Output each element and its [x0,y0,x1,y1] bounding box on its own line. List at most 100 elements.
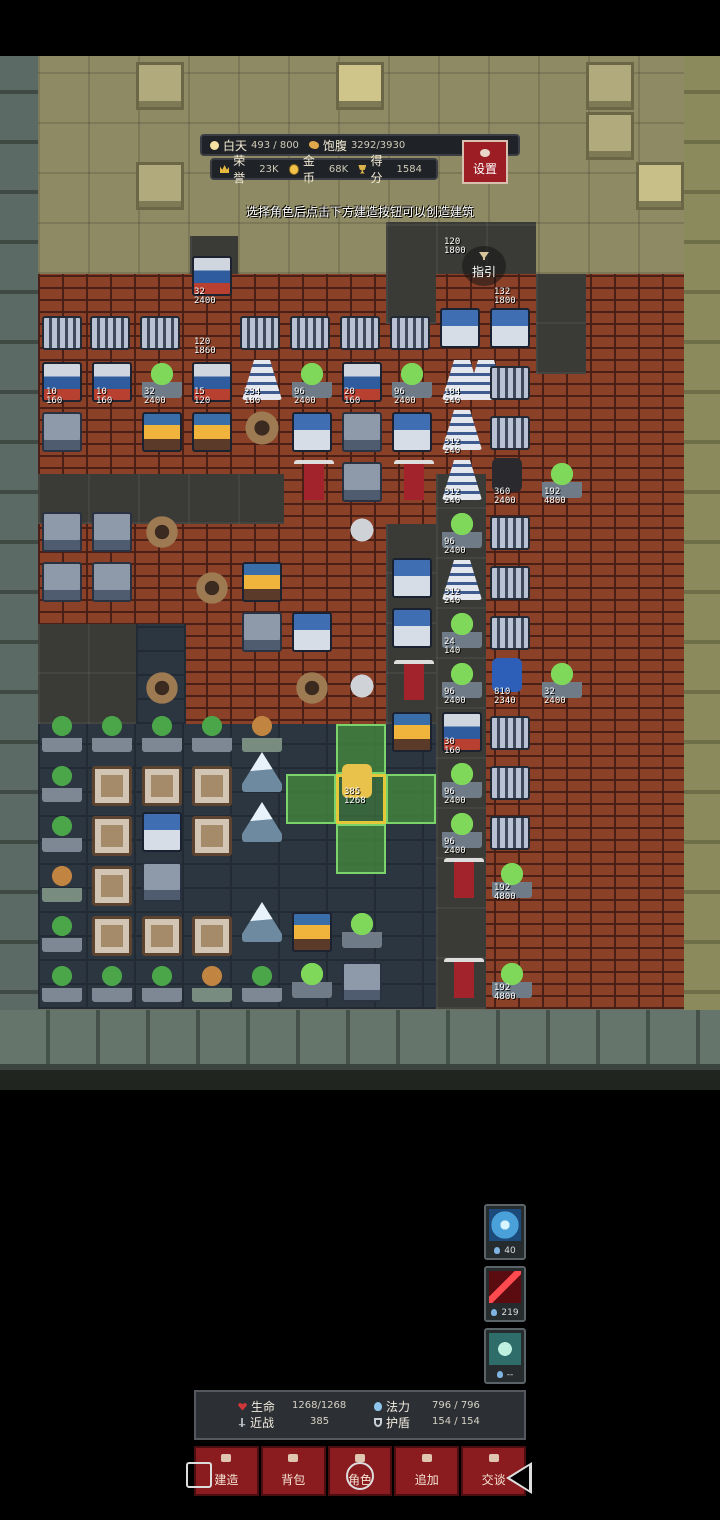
airship[interactable] [240,408,284,448]
fence[interactable] [290,316,330,350]
bear-statue[interactable] [342,512,382,552]
skill-slot-1[interactable]: 40 [484,1204,526,1260]
planter-box[interactable] [92,766,132,806]
unit-hp-label: 96 2400 [444,787,466,806]
fence[interactable] [490,816,530,850]
skill-slot-2[interactable]: 219 [484,1266,526,1322]
back-icon[interactable] [506,1462,532,1494]
fence[interactable] [490,566,530,600]
banner[interactable] [294,460,334,500]
plant-pot[interactable] [42,762,82,802]
banner[interactable] [394,660,434,700]
plant-pot[interactable] [192,712,232,752]
guide-button[interactable]: 指引 [462,246,506,286]
green-house[interactable] [342,908,382,948]
gold-label: 金币 [302,154,315,185]
house[interactable] [392,608,432,648]
machine[interactable] [42,412,82,452]
planter-box[interactable] [192,916,232,956]
portal-ring[interactable] [142,668,182,708]
fence[interactable] [490,616,530,650]
recent-apps-icon[interactable] [186,1462,212,1488]
fence[interactable] [240,316,280,350]
unit-hp-label: 10 160 [96,387,113,406]
green-house[interactable] [292,958,332,998]
plant-pot[interactable] [142,712,182,752]
cabinet[interactable] [292,412,332,452]
plant-pot[interactable] [42,912,82,952]
oven[interactable] [392,712,432,752]
fence[interactable] [90,316,130,350]
fence[interactable] [42,316,82,350]
portal-ring[interactable] [292,668,332,708]
cabinet[interactable] [292,612,332,652]
plant-pot[interactable] [92,712,132,752]
gold-chest[interactable] [292,912,332,952]
bear-statue[interactable] [342,668,382,708]
home-icon[interactable] [346,1462,374,1490]
planter-box[interactable] [92,816,132,856]
lamp[interactable] [242,712,282,752]
cabinet[interactable] [142,812,182,852]
cabinet[interactable] [392,412,432,452]
machine[interactable] [92,562,132,602]
blood-blade-icon [489,1271,521,1303]
planter-box[interactable] [142,916,182,956]
fence[interactable] [490,766,530,800]
unit-hp-label: 10 160 [46,387,63,406]
heart-icon [238,1402,247,1411]
portal-ring[interactable] [192,568,232,608]
build-cell-down[interactable] [336,824,386,874]
fence[interactable] [490,716,530,750]
planter-box[interactable] [92,866,132,906]
shield-label: 护盾 [386,1416,411,1430]
lamp[interactable] [192,962,232,1002]
forge[interactable] [192,412,232,452]
machine[interactable] [92,512,132,552]
unit-hp-label: 120 1800 [444,237,466,256]
machine[interactable] [42,512,82,552]
lamp[interactable] [42,862,82,902]
build-cell-right[interactable] [386,774,436,824]
banner[interactable] [394,460,434,500]
skill-cost: -- [488,1370,522,1380]
plant-pot[interactable] [42,712,82,752]
workbench[interactable] [142,862,182,902]
settings-button[interactable]: 设置 [462,140,508,184]
house[interactable] [490,308,530,348]
fence[interactable] [490,516,530,550]
machine[interactable] [342,412,382,452]
fence[interactable] [140,316,180,350]
storage[interactable] [342,962,382,1002]
workbench[interactable] [242,612,282,652]
append-button[interactable]: 追加 [394,1446,460,1496]
plant-pot[interactable] [92,962,132,1002]
house[interactable] [440,308,480,348]
unit-hp-label: 192 4800 [494,883,516,902]
skill-slot-3[interactable]: -- [484,1328,526,1384]
oven[interactable] [242,562,282,602]
fence[interactable] [490,366,530,400]
plant-pot[interactable] [42,812,82,852]
honor-value: 23K [259,163,279,175]
build-cell-left[interactable] [286,774,336,824]
forge[interactable] [142,412,182,452]
banner[interactable] [444,958,484,998]
fence[interactable] [390,316,430,350]
planter-box[interactable] [192,816,232,856]
food-icon [308,141,319,149]
planter-box[interactable] [142,766,182,806]
planter-box[interactable] [192,766,232,806]
plant-pot[interactable] [142,962,182,1002]
fence[interactable] [340,316,380,350]
banner[interactable] [444,858,484,898]
portal-ring[interactable] [142,512,182,552]
fence[interactable] [490,416,530,450]
plant-pot[interactable] [42,962,82,1002]
machine[interactable] [42,562,82,602]
plant-pot[interactable] [242,962,282,1002]
storage[interactable] [342,462,382,502]
backpack-button[interactable]: 背包 [260,1446,326,1496]
planter-box[interactable] [92,916,132,956]
house[interactable] [392,558,432,598]
